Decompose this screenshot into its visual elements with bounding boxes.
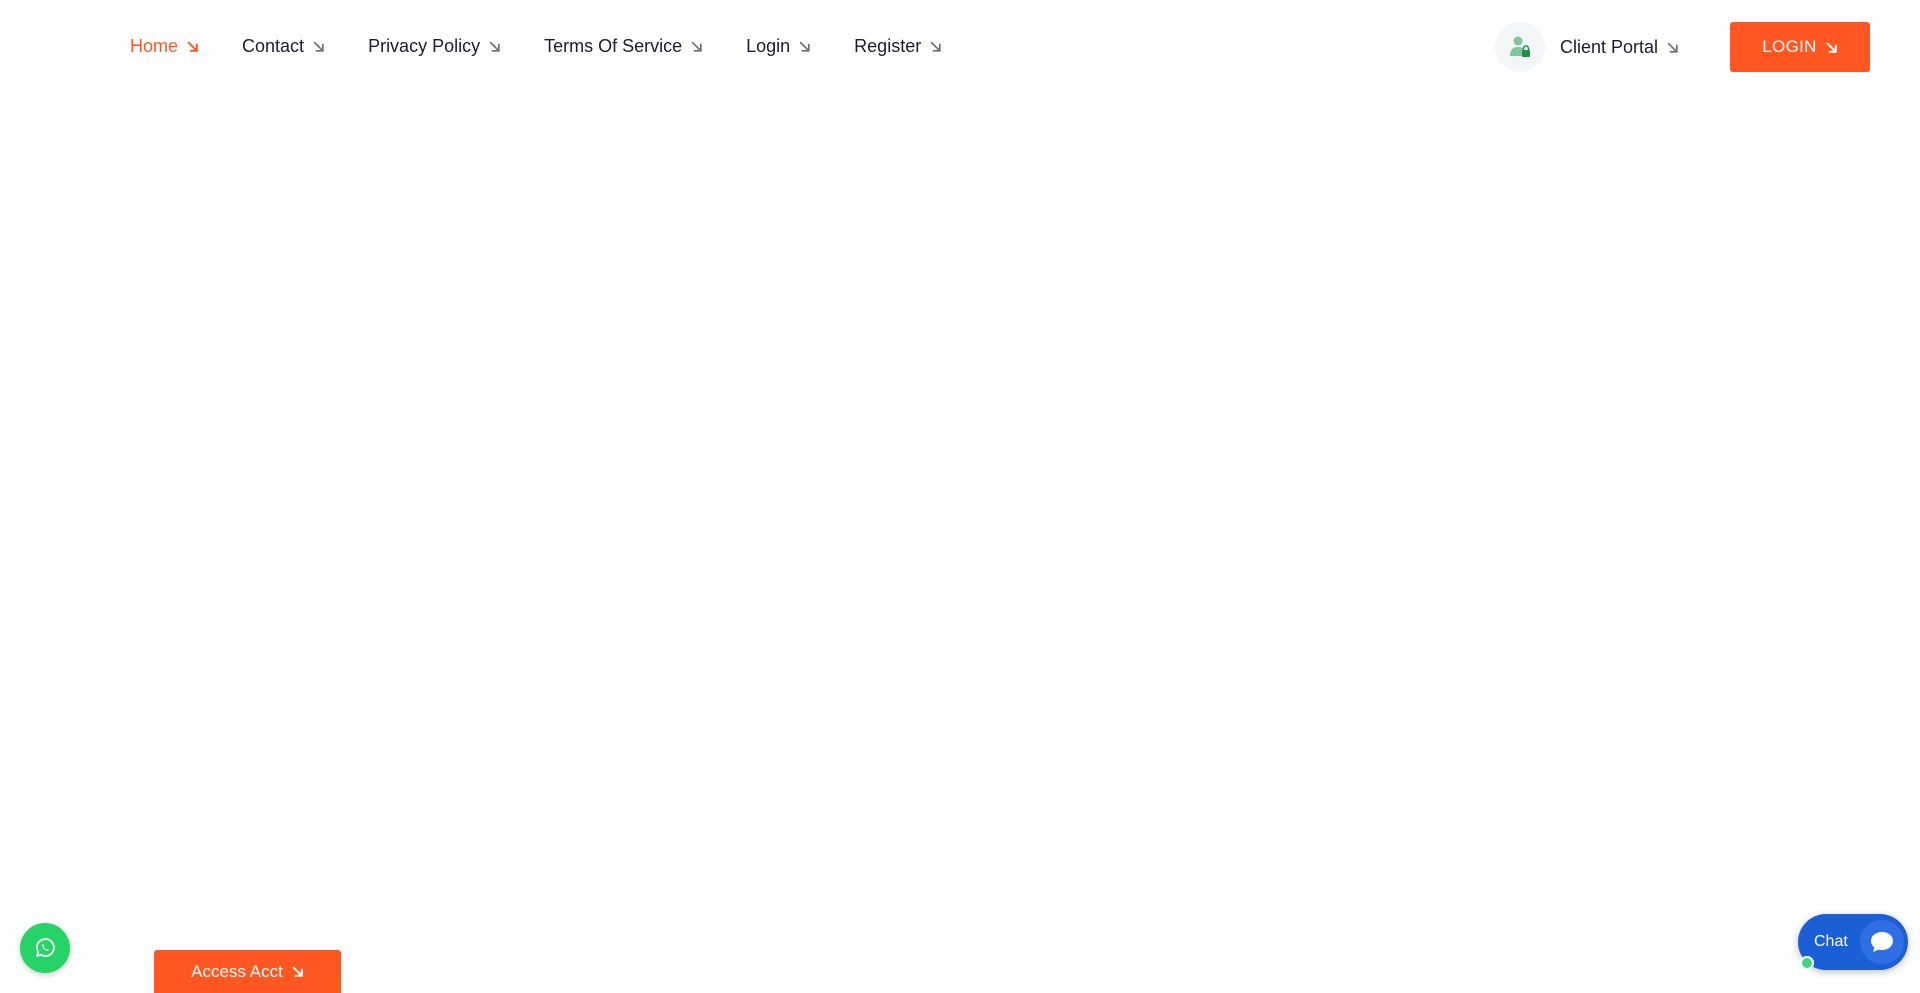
chat-label: Chat — [1814, 933, 1848, 950]
arrow-down-right-icon — [186, 40, 199, 53]
user-lock-icon — [1510, 36, 1530, 57]
portal-icon-circle — [1495, 22, 1545, 72]
site-header: Home Contact Privacy Policy Terms Of Ser… — [0, 0, 1920, 94]
nav-item-label: Contact — [242, 35, 305, 56]
nav-item-label: Privacy Policy — [368, 35, 481, 56]
arrow-down-right-icon — [1825, 41, 1838, 54]
arrow-down-right-icon — [929, 40, 942, 53]
client-portal-link[interactable]: Client Portal — [1495, 22, 1679, 72]
nav-item-label: Terms Of Service — [544, 35, 683, 56]
nav-item-label: Home — [130, 35, 179, 56]
chat-widget[interactable]: Chat — [1798, 914, 1908, 970]
whatsapp-icon — [36, 938, 55, 957]
arrow-down-right-icon — [312, 40, 325, 53]
nav-item-terms-of-service[interactable]: Terms Of Service — [544, 29, 703, 63]
online-status-dot — [1800, 956, 1814, 970]
nav-item-login[interactable]: Login — [746, 29, 811, 63]
arrow-down-right-icon — [798, 40, 811, 53]
nav-item-privacy-policy[interactable]: Privacy Policy — [368, 29, 501, 63]
nav-item-contact[interactable]: Contact — [242, 29, 325, 63]
chat-bubble-icon — [1871, 932, 1893, 952]
chat-bubble-circle — [1860, 920, 1904, 964]
arrow-down-right-icon — [690, 40, 703, 53]
login-button-label: LOGIN — [1762, 37, 1817, 56]
arrow-down-right-icon — [488, 40, 501, 53]
nav-item-label: Register — [854, 35, 922, 56]
arrow-down-right-icon — [291, 965, 304, 978]
client-portal-label: Client Portal — [1560, 36, 1659, 57]
access-account-button[interactable]: Access Acct — [154, 950, 341, 993]
nav-item-label: Login — [746, 35, 791, 56]
main-nav: Home Contact Privacy Policy Terms Of Ser… — [130, 29, 985, 63]
whatsapp-button[interactable] — [20, 923, 70, 973]
access-account-label: Access Acct — [191, 961, 283, 981]
nav-item-register[interactable]: Register — [854, 29, 942, 63]
arrow-down-right-icon — [1666, 41, 1679, 54]
nav-item-home[interactable]: Home — [130, 29, 199, 63]
login-button[interactable]: LOGIN — [1730, 22, 1870, 72]
